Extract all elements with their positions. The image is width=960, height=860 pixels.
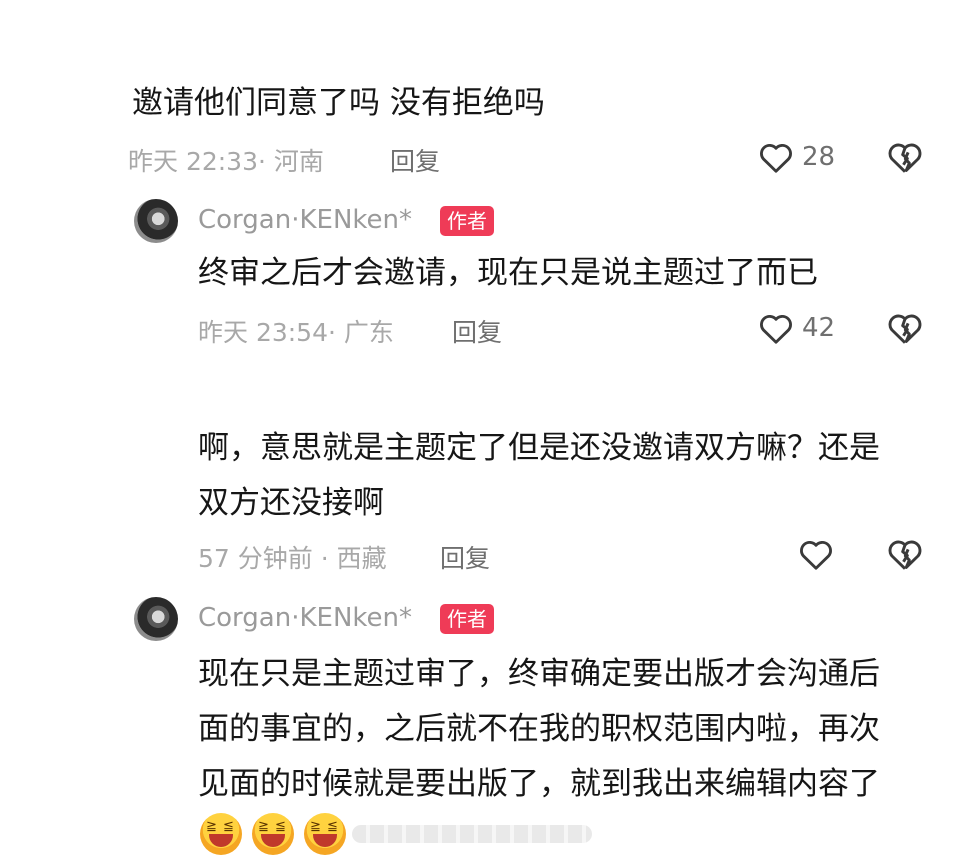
comment-text-line-2: 双方还没接啊 [198,485,384,521]
avatar[interactable] [134,597,178,641]
watermark [352,825,592,843]
laughing-emoji [304,813,346,855]
reply-button[interactable]: 回复 [440,539,490,575]
reply-button[interactable]: 回复 [452,313,502,349]
comment-text: 邀请他们同意了吗 没有拒绝吗 [132,85,545,121]
broken-heart-icon[interactable] [886,140,924,174]
like-count: 42 [802,313,836,343]
laughing-emoji [200,813,242,855]
comment-meta: 57 分钟前 · 西藏 [198,544,387,573]
comment-meta: 昨天 23:54· 广东 [198,318,394,347]
broken-heart-icon[interactable] [886,537,924,571]
like-button[interactable]: 28 [758,140,835,174]
avatar[interactable] [134,199,178,243]
comment-text-line-2: 面的事宜的，之后就不在我的职权范围内啦，再次 [198,711,880,747]
heart-outline-icon [758,311,794,345]
comment-text-line-1: 现在只是主题过审了，终审确定要出版才会沟通后 [198,656,880,692]
like-count: 28 [802,142,836,172]
heart-outline-icon [798,537,834,571]
heart-outline-icon [758,140,794,174]
like-button[interactable]: 42 [758,311,835,345]
comment-text-line-1: 啊，意思就是主题定了但是还没邀请双方嘛？还是 [198,430,880,466]
author-badge: 作者 [440,604,494,634]
reply-button[interactable]: 回复 [390,142,440,178]
laughing-emoji [252,813,294,855]
comment-text-line-3: 见面的时候就是要出版了，就到我出来编辑内容了 [198,766,880,802]
comment-meta: 昨天 22:33· 河南 [128,147,324,176]
broken-heart-icon[interactable] [886,311,924,345]
author-badge: 作者 [440,206,494,236]
like-button[interactable] [798,537,834,571]
author-name[interactable]: Corgan·KENken* [198,603,412,633]
emoji-row [200,813,346,855]
comment-text: 终审之后才会邀请，现在只是说主题过了而已 [198,255,818,291]
author-name[interactable]: Corgan·KENken* [198,205,412,235]
